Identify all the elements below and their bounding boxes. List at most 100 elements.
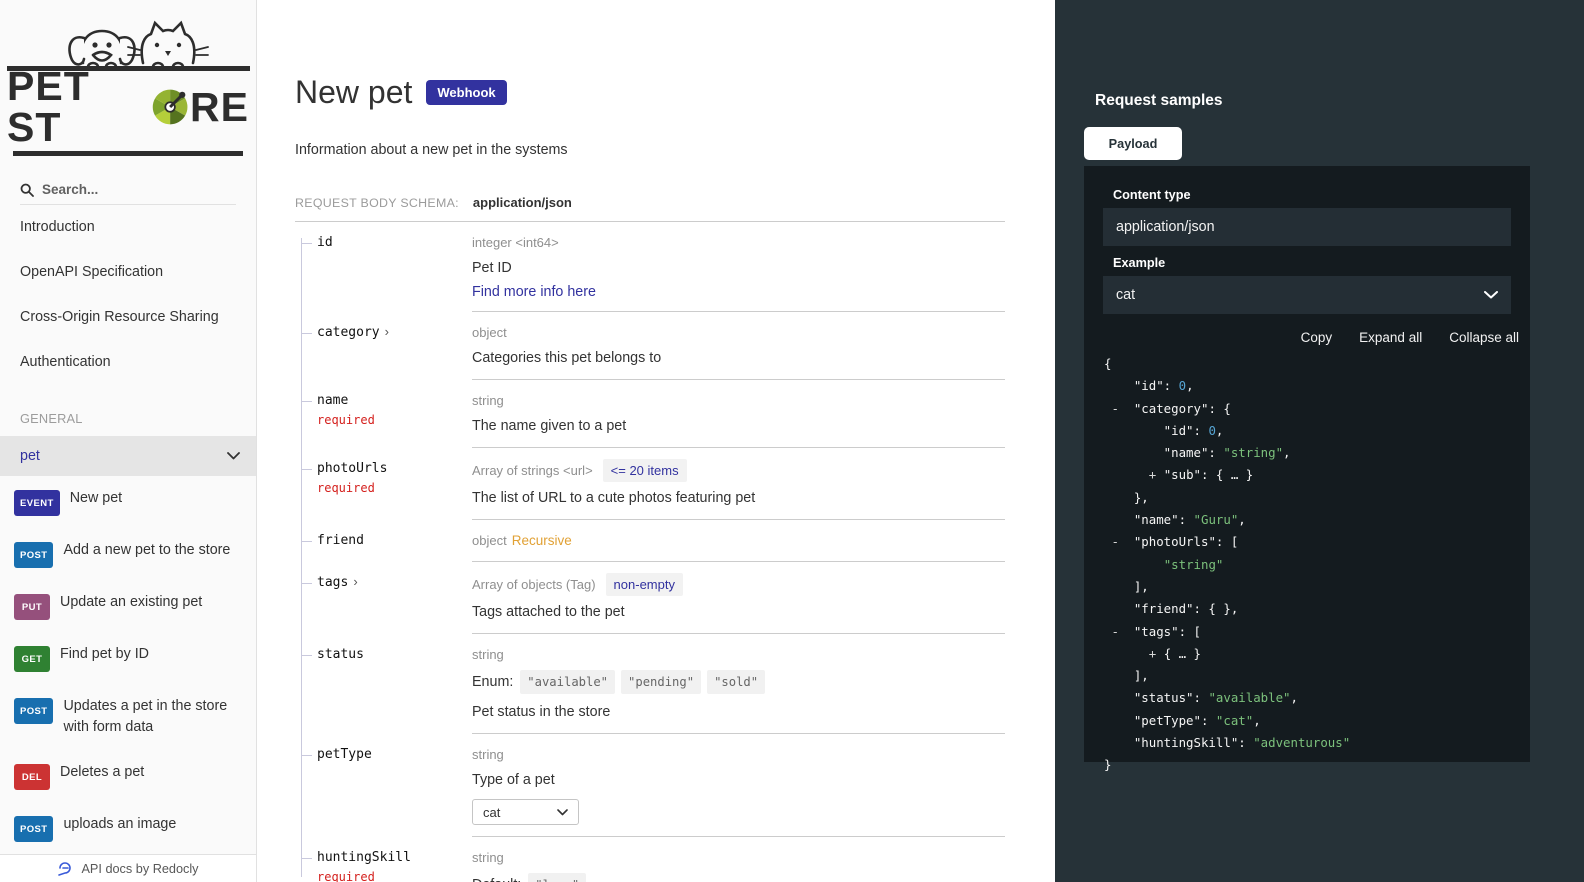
field-name[interactable]: tags ›: [317, 573, 462, 591]
sidebar-operation[interactable]: EVENTNew pet: [0, 476, 256, 528]
sidebar-item-pet[interactable]: pet: [0, 436, 256, 476]
field-description: The list of URL to a cute photos featuri…: [472, 488, 1005, 508]
chevron-down-icon: [557, 809, 568, 816]
code-token: "name":: [1104, 512, 1194, 527]
field-name[interactable]: huntingSkill: [317, 848, 462, 866]
default-line: Default: "lazy": [472, 873, 1005, 882]
field-name-text: tags: [317, 575, 348, 590]
sidebar-footer[interactable]: API docs by Redocly: [0, 854, 256, 882]
example-value: cat: [1116, 287, 1135, 303]
post-method-badge: POST: [14, 542, 53, 568]
field-type: object: [472, 533, 507, 548]
code-line: "id": 0,: [1104, 420, 1510, 442]
expand-chevron-icon[interactable]: ›: [385, 324, 389, 339]
field-name-text: name: [317, 393, 348, 408]
field-type-line: Array of objects (Tag)non-empty: [472, 573, 1005, 596]
collapse-toggle[interactable]: +: [1149, 467, 1164, 482]
content-type-value: application/json: [1103, 208, 1511, 246]
sidebar-operation[interactable]: PUTUpdate an existing pet: [0, 580, 256, 632]
constraint-badge: <= 20 items: [603, 459, 687, 482]
field-details-cell: Array of objects (Tag)non-emptyTags atta…: [472, 562, 1005, 634]
enum-value-pill: "sold": [707, 670, 765, 694]
pettype-select[interactable]: cat: [472, 799, 579, 825]
sidebar-operation[interactable]: POSTUpdates a pet in the store with form…: [0, 684, 256, 750]
field-type-line: integer <int64>: [472, 233, 1005, 252]
code-token: "friend": { },: [1104, 601, 1238, 616]
collapse-all-button[interactable]: Collapse all: [1449, 330, 1519, 345]
code-line: }: [1104, 754, 1510, 776]
expand-all-button[interactable]: Expand all: [1359, 330, 1422, 345]
sidebar-item-authentication[interactable]: Authentication: [0, 340, 256, 385]
green-wheel-o-icon: [151, 87, 189, 127]
required-label: required: [317, 413, 462, 427]
enum-value-pill: "pending": [621, 670, 701, 694]
code-line: "friend": { },: [1104, 598, 1510, 620]
default-value-pill: "lazy": [528, 873, 586, 882]
field-info-link[interactable]: Find more info here: [472, 284, 1005, 300]
collapse-toggle[interactable]: +: [1149, 646, 1164, 661]
code-token: ,: [1186, 378, 1193, 393]
sidebar-item-introduction[interactable]: Introduction: [0, 205, 256, 250]
field-type-line: object Recursive: [472, 531, 1005, 550]
field-name[interactable]: friend: [317, 531, 462, 549]
code-token: ,: [1216, 423, 1223, 438]
recursive-label[interactable]: Recursive: [512, 533, 572, 548]
sidebar-operation[interactable]: POST Add a new pet to the store: [0, 528, 256, 580]
operation-label: Updates a pet in the store with form dat…: [63, 696, 238, 738]
code-line: "name": "Guru",: [1104, 509, 1510, 531]
field-name-cell: status: [295, 634, 472, 734]
field-name[interactable]: id: [317, 233, 462, 251]
tree-tick: [301, 541, 312, 542]
sample-actions: Copy Expand all Collapse all: [1084, 330, 1519, 345]
petstore-logo[interactable]: PET ST RE: [0, 0, 256, 160]
main-content: New pet Webhook Information about a new …: [257, 0, 1055, 882]
field-name-text: id: [317, 235, 333, 250]
expand-chevron-icon[interactable]: ›: [353, 574, 357, 589]
tab-payload[interactable]: Payload: [1084, 127, 1182, 160]
field-type-line: object: [472, 323, 1005, 342]
field-type: Array of strings <url>: [472, 463, 593, 478]
search-icon: [20, 183, 34, 197]
example-section: Example cat: [1103, 256, 1511, 314]
chevron-down-icon: [227, 452, 240, 460]
field-type: Array of objects (Tag): [472, 577, 596, 592]
field-name[interactable]: status: [317, 645, 462, 663]
schema-content-type: application/json: [473, 195, 572, 210]
field-details-cell: stringDefault: "lazy"Enum: "clueless""la…: [472, 837, 1005, 882]
collapse-toggle[interactable]: -: [1104, 624, 1134, 639]
field-details-cell: objectCategories this pet belongs to: [472, 312, 1005, 380]
request-body-schema-header: REQUEST BODY SCHEMA: application/json: [295, 195, 1005, 222]
collapse-toggle[interactable]: -: [1104, 401, 1134, 416]
example-label: Example: [1113, 256, 1511, 270]
field-row-status: statusstringEnum: "available""pending""s…: [295, 634, 1005, 734]
code-token: "cat": [1216, 713, 1253, 728]
sidebar-item-openapi-specification[interactable]: OpenAPI Specification: [0, 250, 256, 295]
field-description: Pet status in the store: [472, 702, 1005, 722]
copy-button[interactable]: Copy: [1301, 330, 1333, 345]
sidebar-operation[interactable]: DELDeletes a pet: [0, 750, 256, 802]
enum-label: Enum:: [472, 674, 517, 690]
field-name-text: huntingSkill: [317, 850, 411, 865]
field-name[interactable]: petType: [317, 745, 462, 763]
sidebar-operation[interactable]: POSTuploads an image: [0, 802, 256, 854]
tree-tick: [301, 333, 312, 334]
code-line: - "category": {: [1104, 398, 1510, 420]
field-name[interactable]: name: [317, 391, 462, 409]
sidebar-operation[interactable]: GETFind pet by ID: [0, 632, 256, 684]
sidebar-item-cross-origin-resource-sharing[interactable]: Cross-Origin Resource Sharing: [0, 295, 256, 340]
code-line: "id": 0,: [1104, 375, 1510, 397]
operation-label: Add a new pet to the store: [63, 540, 230, 561]
field-name[interactable]: category ›: [317, 323, 462, 341]
code-token: "photoUrls": [: [1134, 534, 1238, 549]
field-details-cell: stringType of a petcat: [472, 734, 1005, 837]
search-input[interactable]: [42, 182, 222, 197]
field-name-text: friend: [317, 533, 364, 548]
field-name[interactable]: photoUrls: [317, 459, 462, 477]
field-name-text: category: [317, 325, 380, 340]
operation-label: New pet: [70, 488, 122, 509]
example-select[interactable]: cat: [1103, 276, 1511, 314]
code-token: "string": [1223, 445, 1283, 460]
collapse-toggle[interactable]: -: [1104, 534, 1134, 549]
field-type: string: [472, 647, 504, 662]
tree-tick: [301, 469, 312, 470]
